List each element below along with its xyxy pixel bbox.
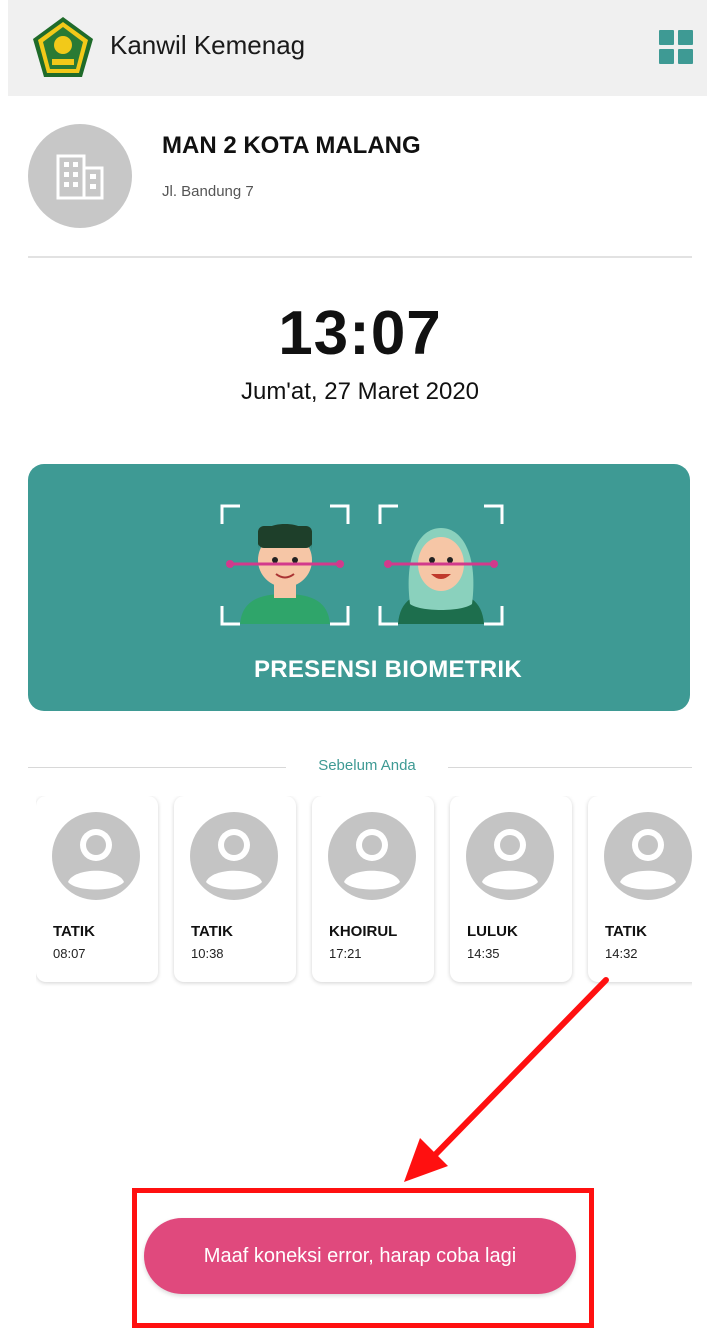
school-avatar [28, 124, 132, 228]
clock-time: 13:07 [278, 299, 442, 368]
user-avatar-icon [466, 812, 554, 900]
app-screen: Kanwil Kemenag MAN 2 KOTA MALANG Jl. Ban… [0, 0, 707, 1337]
section-title: Sebelum Anda [318, 757, 416, 774]
error-toast: Maaf koneksi error, harap coba lagi [144, 1218, 576, 1294]
person-card[interactable]: TATIK 10:38 [174, 796, 296, 982]
person-name: LULUK [467, 923, 518, 940]
person-card[interactable]: TATIK 08:07 [36, 796, 158, 982]
person-time: 10:38 [191, 946, 224, 961]
user-avatar-icon [328, 812, 416, 900]
error-toast-message: Maaf koneksi error, harap coba lagi [203, 1244, 517, 1267]
face-scan-icon [220, 504, 504, 626]
biometric-attendance-button[interactable]: PRESENSI BIOMETRIK [28, 464, 690, 711]
person-time: 08:07 [53, 946, 86, 961]
divider [28, 256, 692, 258]
app-title: Kanwil Kemenag [110, 30, 306, 60]
school-name: MAN 2 KOTA MALANG [162, 132, 421, 159]
clock-date: Jum'at, 27 Maret 2020 [240, 378, 480, 405]
person-name: TATIK [605, 923, 647, 940]
kemenag-emblem-icon [33, 17, 93, 77]
app-bar: Kanwil Kemenag [8, 0, 707, 96]
person-name: TATIK [191, 923, 233, 940]
grid-menu-icon[interactable] [659, 30, 693, 64]
person-name: KHOIRUL [329, 923, 398, 940]
building-icon [56, 154, 104, 200]
section-divider-right [448, 767, 692, 768]
person-time: 14:35 [467, 946, 500, 961]
person-card[interactable]: TATIK 14:32 [588, 796, 692, 982]
section-divider-left [28, 767, 286, 768]
person-card[interactable]: LULUK 14:35 [450, 796, 572, 982]
user-avatar-icon [604, 812, 692, 900]
person-time: 14:32 [605, 946, 638, 961]
user-avatar-icon [190, 812, 278, 900]
biometric-label: PRESENSI BIOMETRIK [253, 656, 523, 683]
recent-attendance-list[interactable]: TATIK 08:07 TATIK 10:38 KHOIRUL 17:21 LU… [36, 796, 692, 988]
person-name: TATIK [53, 923, 95, 940]
person-time: 17:21 [329, 946, 362, 961]
school-address: Jl. Bandung 7 [162, 183, 254, 200]
person-card[interactable]: KHOIRUL 17:21 [312, 796, 434, 982]
user-avatar-icon [52, 812, 140, 900]
